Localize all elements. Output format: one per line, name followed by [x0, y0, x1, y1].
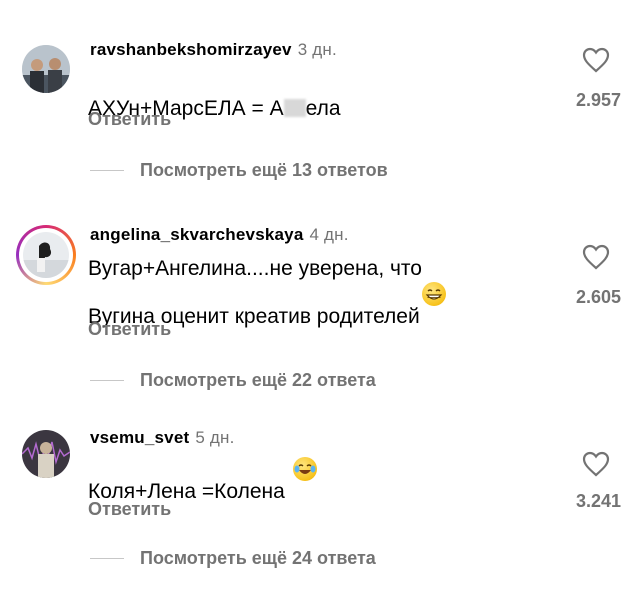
avatar [23, 232, 69, 278]
grinning-face-icon [421, 282, 446, 306]
timestamp: 5 дн. [195, 428, 235, 447]
view-more-replies-label: Посмотреть ещё 22 ответа [140, 370, 376, 390]
like-count: 3.241 [575, 491, 621, 511]
username[interactable]: angelina_skvarchevskaya 4 дн. [90, 225, 349, 245]
comment-text: Коля+Лена =Колена [88, 457, 528, 505]
heart-outline-icon[interactable] [582, 47, 610, 73]
avatar[interactable] [22, 45, 70, 93]
reply-button[interactable]: Ответить [88, 319, 171, 340]
divider-line [90, 380, 124, 381]
avatar[interactable] [22, 430, 70, 478]
divider-line [90, 558, 124, 559]
divider-line [90, 170, 124, 171]
avatar-story-ring[interactable] [16, 225, 76, 285]
heart-outline-icon[interactable] [582, 451, 610, 477]
censor-blur [283, 99, 306, 117]
view-more-replies-label: Посмотреть ещё 24 ответа [140, 548, 376, 568]
reply-button[interactable]: Ответить [88, 499, 171, 520]
username[interactable]: ravshanbekshomirzayev 3 дн. [90, 40, 337, 60]
timestamp: 3 дн. [297, 40, 337, 59]
reply-button[interactable]: Ответить [88, 109, 171, 130]
view-more-replies[interactable]: Посмотреть ещё 22 ответа [90, 370, 376, 391]
like-count: 2.605 [575, 287, 621, 307]
view-more-replies[interactable]: Посмотреть ещё 24 ответа [90, 548, 376, 569]
username[interactable]: vsemu_svet 5 дн. [90, 428, 235, 448]
story-ring-inner [19, 228, 73, 282]
view-more-replies[interactable]: Посмотреть ещё 13 ответов [90, 160, 388, 181]
view-more-replies-label: Посмотреть ещё 13 ответов [140, 160, 388, 180]
timestamp: 4 дн. [309, 225, 349, 244]
heart-outline-icon[interactable] [582, 244, 610, 270]
tears-of-joy-icon [292, 457, 317, 481]
like-count: 2.957 [575, 90, 621, 110]
